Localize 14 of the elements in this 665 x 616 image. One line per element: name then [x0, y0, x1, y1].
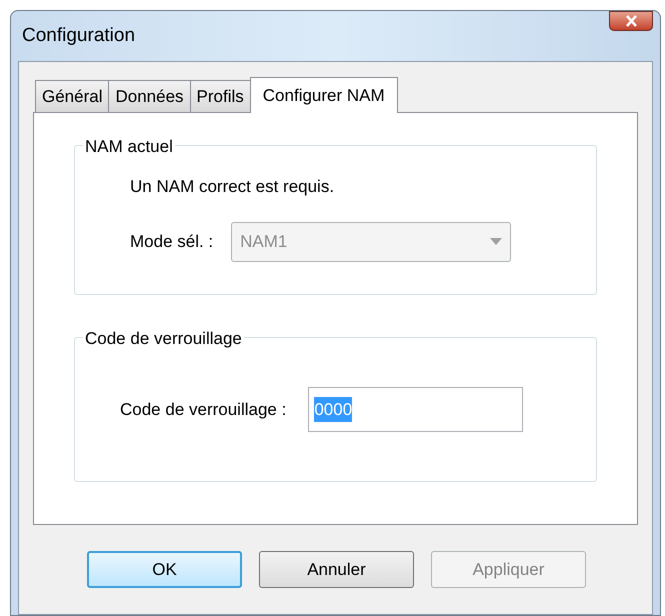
close-button[interactable] [609, 11, 653, 31]
window-title: Configuration [22, 24, 136, 48]
field-value: 0000 [314, 396, 352, 422]
dialog-button[interactable]: Annuler [259, 551, 414, 588]
lock-code-label: Code de verrouillage : [120, 398, 286, 421]
tab[interactable]: Général [35, 80, 110, 112]
status-message: Un NAM correct est requis. [130, 176, 336, 198]
tab[interactable]: Profils [190, 80, 251, 112]
caret-icon [490, 238, 502, 245]
tab[interactable]: Données [108, 80, 191, 112]
mode-label: Mode sél. : [130, 230, 214, 253]
tab[interactable]: Configurer NAM [250, 77, 398, 113]
close-icon [624, 15, 638, 27]
dialog-button[interactable]: OK [87, 551, 242, 588]
